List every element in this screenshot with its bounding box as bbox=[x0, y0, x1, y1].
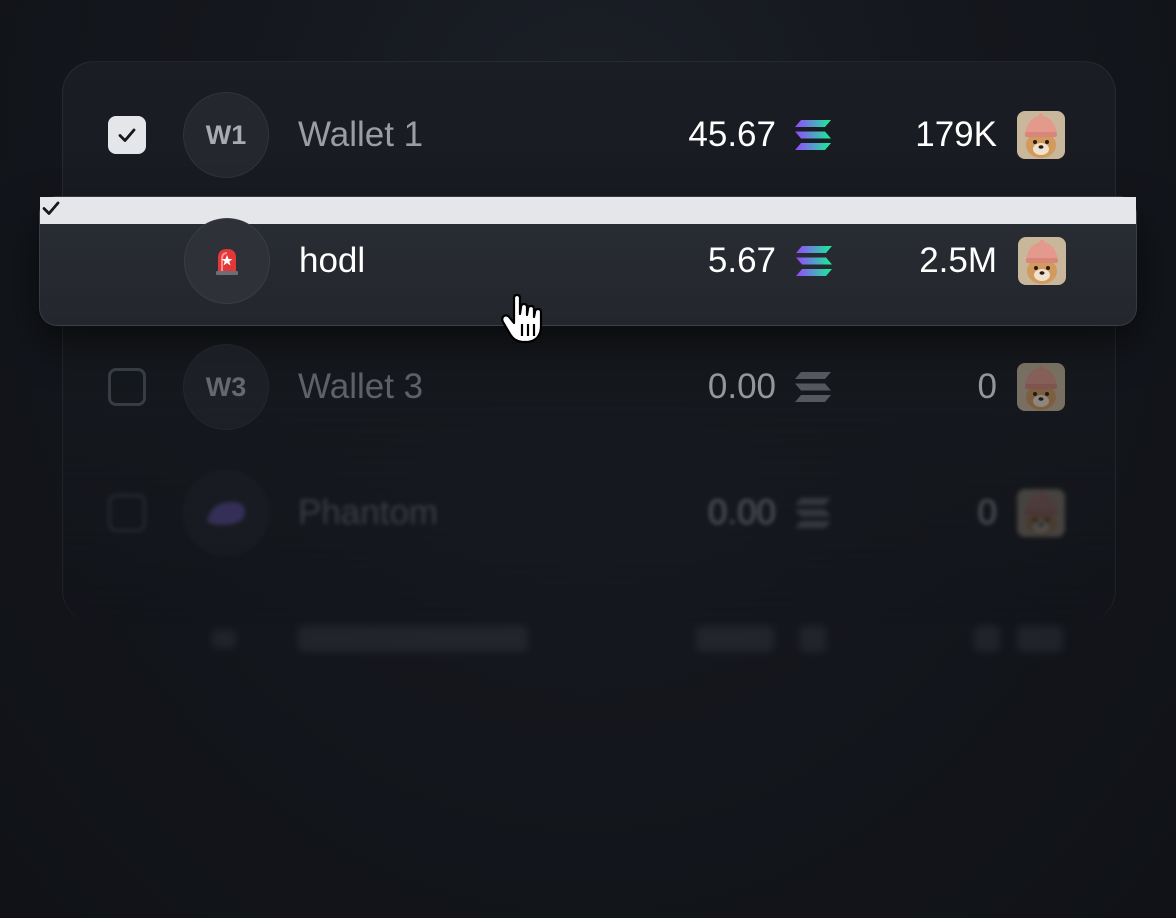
avatar-initials: W1 bbox=[205, 119, 247, 150]
solana-icon bbox=[795, 245, 833, 277]
checkbox-unchecked[interactable] bbox=[108, 368, 146, 406]
wallet-icon bbox=[212, 630, 236, 648]
token-icon bbox=[1017, 626, 1063, 652]
sol-balance: 0.00 bbox=[707, 367, 776, 406]
token-balance-placeholder bbox=[974, 626, 1000, 652]
avatar-initials: W3 bbox=[205, 371, 247, 402]
wallet-row-5-faded bbox=[62, 576, 1114, 702]
sol-balance-placeholder bbox=[696, 626, 774, 652]
checkbox-checked[interactable] bbox=[40, 197, 1136, 224]
avatar: W1 bbox=[183, 92, 269, 178]
wallet-row-2-highlighted[interactable]: hodl 5.67 2.5M bbox=[39, 196, 1137, 326]
token-balance: 0 bbox=[977, 367, 997, 406]
dog-with-hat-icon bbox=[1017, 111, 1065, 159]
hand-pointer-cursor bbox=[501, 294, 543, 344]
wallet-name-placeholder bbox=[298, 626, 528, 652]
sol-balance: 0.00 bbox=[707, 493, 776, 532]
check-icon bbox=[40, 197, 62, 219]
wallet-name: Wallet 3 bbox=[298, 367, 424, 406]
wallet-row-4[interactable]: Phantom 0.00 0 bbox=[62, 450, 1114, 576]
avatar bbox=[184, 218, 270, 304]
dog-with-hat-icon bbox=[1017, 363, 1065, 411]
wallet-name: hodl bbox=[299, 241, 366, 280]
wallet-row-3[interactable]: W3 Wallet 3 0.00 0 bbox=[62, 324, 1114, 450]
siren-emoji-icon bbox=[216, 249, 238, 275]
solana-icon bbox=[794, 497, 832, 529]
avatar bbox=[183, 470, 269, 556]
avatar: W3 bbox=[183, 344, 269, 430]
token-balance: 2.5M bbox=[919, 241, 997, 280]
wallet-row-1[interactable]: W1 Wallet 1 45.67 179K bbox=[62, 72, 1114, 198]
checkbox-checked[interactable] bbox=[108, 116, 146, 154]
sol-balance: 45.67 bbox=[688, 115, 776, 154]
phantom-ghost-icon bbox=[207, 502, 245, 525]
sol-balance: 5.67 bbox=[707, 241, 776, 280]
wallet-name: Wallet 1 bbox=[298, 115, 424, 154]
dog-with-hat-icon bbox=[1018, 237, 1066, 285]
solana-icon bbox=[794, 119, 832, 151]
dog-with-hat-icon bbox=[1017, 489, 1065, 537]
checkbox-unchecked[interactable] bbox=[108, 494, 146, 532]
solana-icon bbox=[800, 626, 826, 652]
solana-icon bbox=[794, 371, 832, 403]
wallet-name: Phantom bbox=[298, 493, 439, 532]
check-icon bbox=[116, 124, 138, 146]
token-balance: 0 bbox=[977, 493, 997, 532]
token-balance: 179K bbox=[915, 115, 997, 154]
